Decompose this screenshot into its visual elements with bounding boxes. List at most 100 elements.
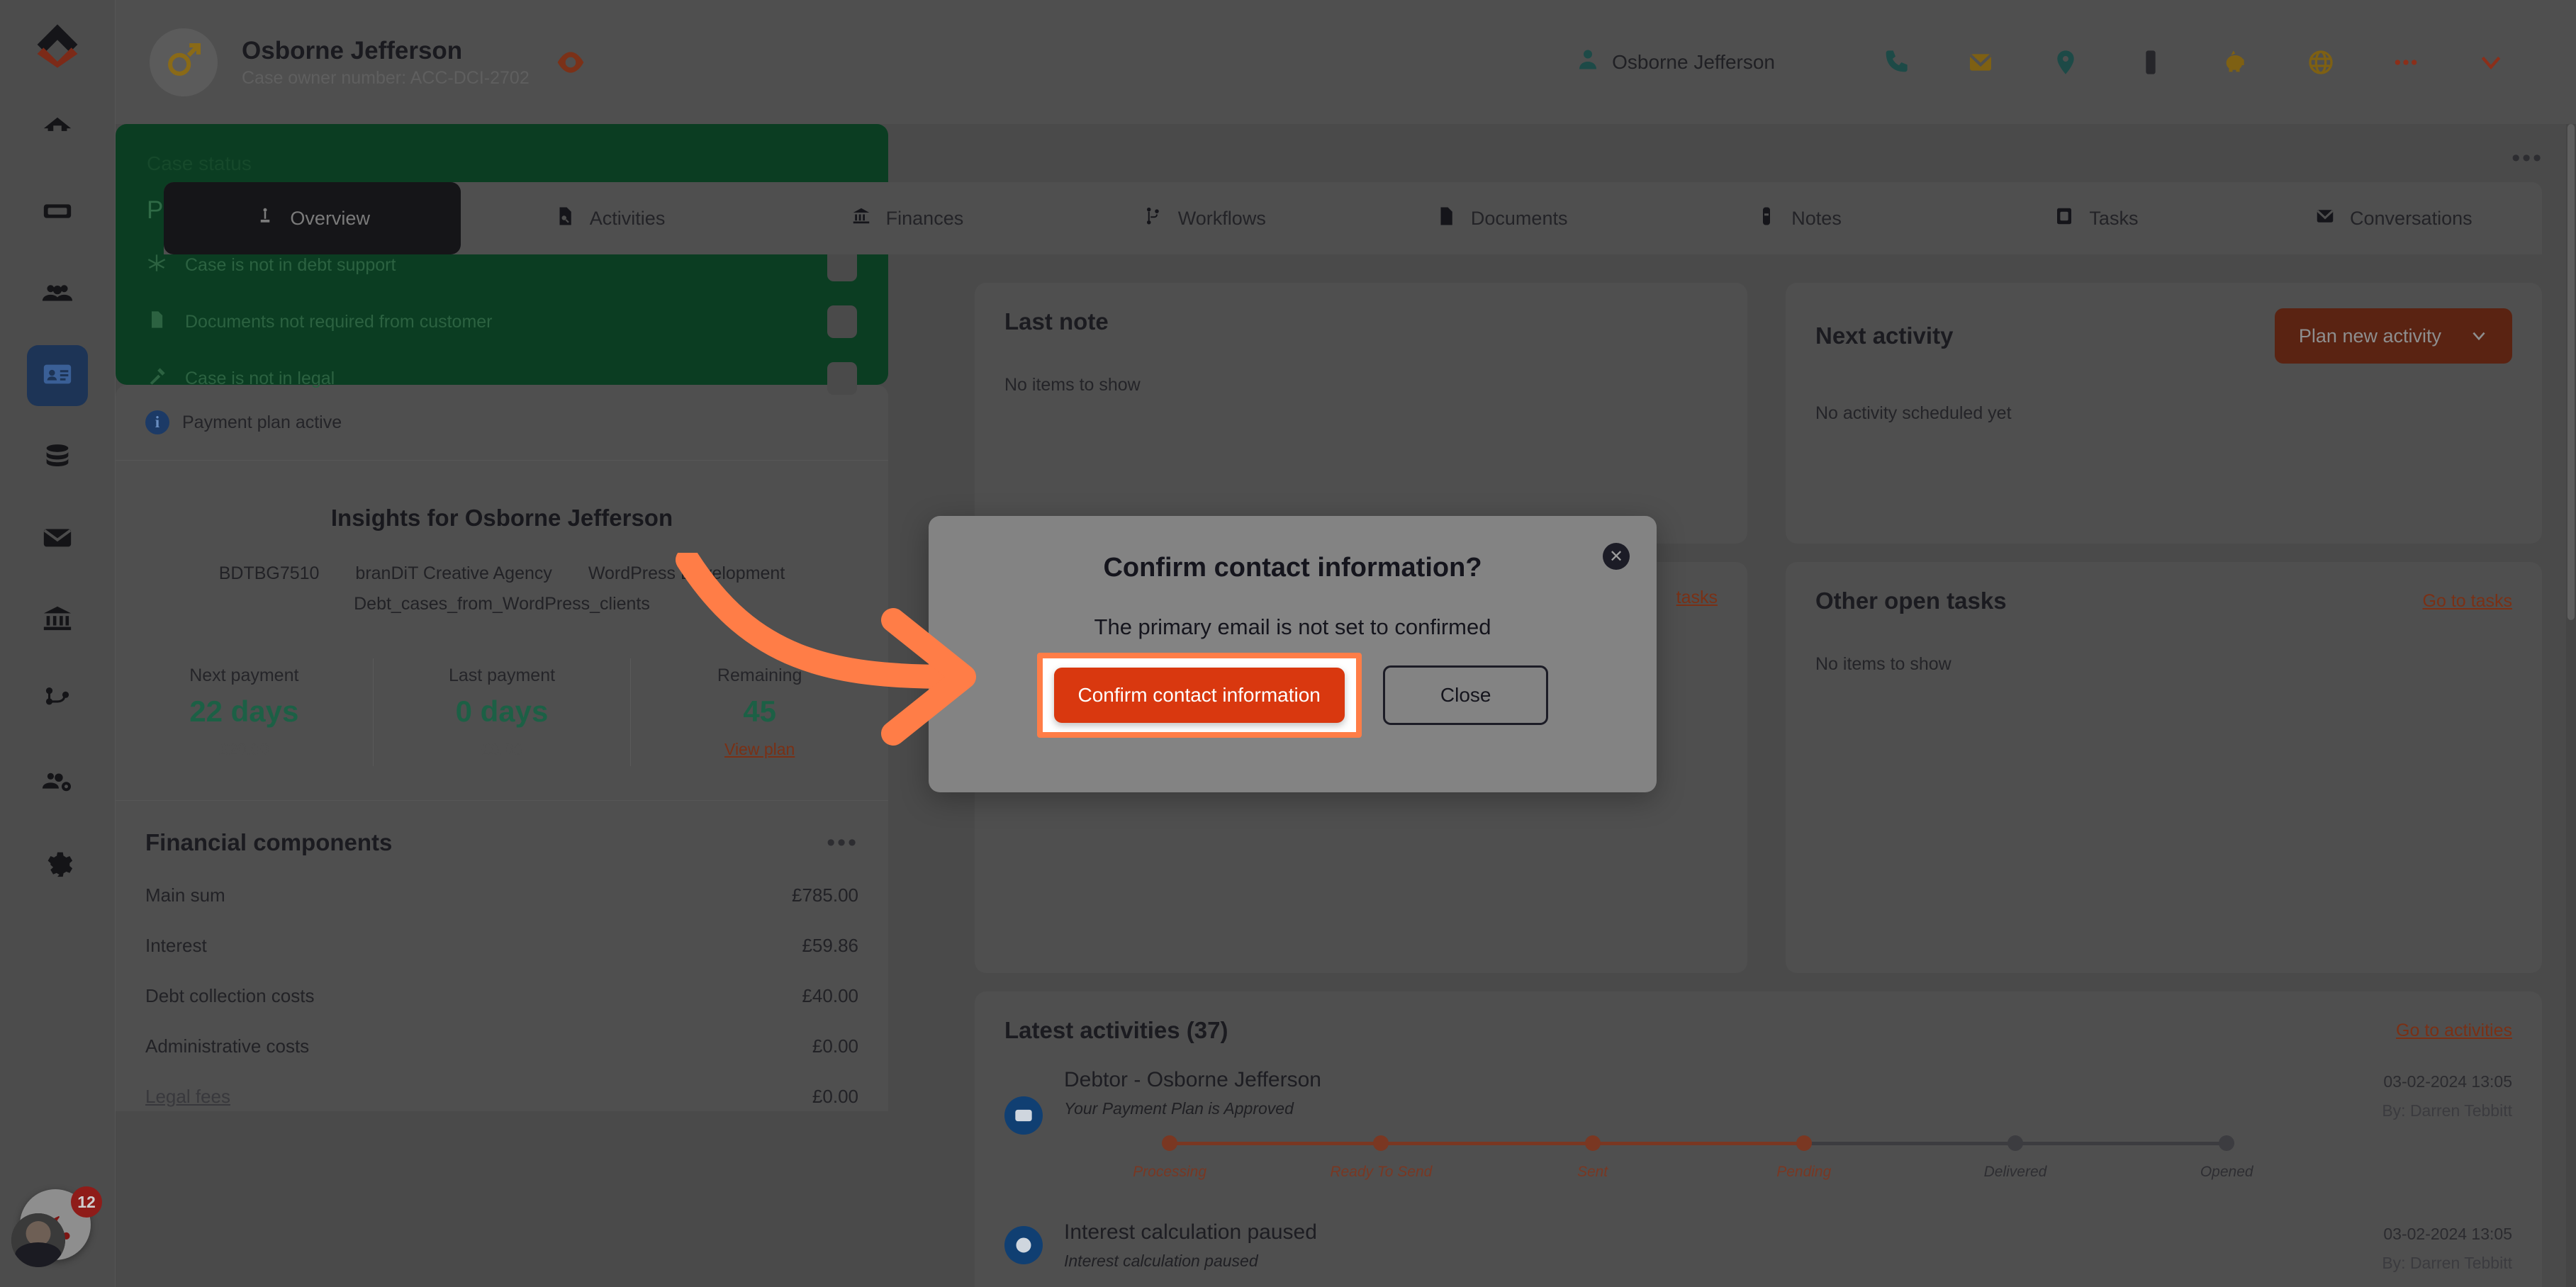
go-to-tasks-link[interactable]: tasks xyxy=(1676,588,1718,608)
tab-overview[interactable]: Overview xyxy=(164,182,461,254)
tab-conversations-label: Conversations xyxy=(2350,207,2473,229)
eye-icon[interactable] xyxy=(555,47,586,78)
case-owner-number: Case owner number: ACC-DCI-2702 xyxy=(242,68,530,89)
case-status-menu-icon[interactable]: ••• xyxy=(2511,146,2543,170)
help-bubble-badge: 12 xyxy=(71,1186,102,1218)
last-note-title: Last note xyxy=(1004,308,1109,335)
workflows-icon xyxy=(1143,206,1164,232)
ellipsis-icon[interactable] xyxy=(2363,48,2448,77)
location-pin-icon[interactable] xyxy=(2023,48,2108,77)
sidebar-item-workflows[interactable] xyxy=(27,671,88,732)
legal-fees-link[interactable]: Legal fees xyxy=(145,1086,230,1108)
status-toggle[interactable] xyxy=(827,305,857,338)
sidebar-item-customers[interactable] xyxy=(27,264,88,325)
step-opened: Opened xyxy=(2121,1135,2332,1181)
contact-card-icon xyxy=(41,358,74,394)
sidebar-item-debtors[interactable] xyxy=(27,345,88,406)
help-bubble[interactable]: g. 12 xyxy=(11,1186,102,1267)
stat-value: 45 xyxy=(743,695,777,728)
confirm-contact-information-button[interactable]: Confirm contact information xyxy=(1053,668,1345,723)
sidebar-item-mail[interactable] xyxy=(27,508,88,569)
tab-tasks[interactable]: Tasks xyxy=(1947,182,2244,254)
step-label: Delivered xyxy=(1983,1164,2047,1180)
bank-icon xyxy=(41,602,74,639)
envelope-icon xyxy=(1004,1096,1043,1135)
sidebar-item-home[interactable] xyxy=(27,101,88,162)
other-open-tasks-title: Other open tasks xyxy=(1815,588,2007,614)
activity-row[interactable]: Debtor - Osborne Jefferson Your Payment … xyxy=(1004,1068,2512,1181)
avatar[interactable] xyxy=(11,1213,65,1267)
case-avatar xyxy=(150,28,218,96)
stat-sub: £20.00 xyxy=(219,740,269,758)
next-activity-header: Next activity Plan new activity xyxy=(1815,308,2512,364)
table-row: Interest £59.86 xyxy=(145,935,858,957)
activity-meta: 03-02-2024 13:05 By: Darren Tebbitt xyxy=(2382,1220,2512,1273)
status-toggle[interactable] xyxy=(827,362,857,395)
financial-components-menu-icon[interactable]: ••• xyxy=(827,831,858,855)
insights-card: i Payment plan active Insights for Osbor… xyxy=(116,385,888,1111)
activity-meta: 03-02-2024 13:05 By: Darren Tebbitt xyxy=(2382,1068,2512,1120)
page-title: Osborne Jefferson xyxy=(242,36,463,64)
go-to-activities-link[interactable]: Go to activities xyxy=(2396,1021,2512,1041)
insights-title: Insights for Osborne Jefferson xyxy=(330,505,673,531)
tab-documents[interactable]: Documents xyxy=(1353,182,1650,254)
activity-row[interactable]: Interest calculation paused Interest cal… xyxy=(1004,1220,2512,1273)
step-processing: Processing xyxy=(1064,1135,1382,1181)
table-row: Debt collection costs £40.00 xyxy=(145,985,858,1007)
activity-title: Interest calculation paused xyxy=(1064,1220,1317,1244)
go-to-tasks-link[interactable]: Go to tasks xyxy=(2423,591,2512,612)
tab-activities[interactable]: Activities xyxy=(461,182,758,254)
pause-icon xyxy=(1004,1226,1043,1264)
piggy-bank-icon[interactable] xyxy=(2193,48,2278,77)
envelope-icon[interactable] xyxy=(1938,48,2023,77)
status-row-label: Case is not in debt support xyxy=(185,254,396,275)
tab-notes[interactable]: Notes xyxy=(1650,182,1947,254)
tab-workflows[interactable]: Workflows xyxy=(1055,182,1353,254)
workflow-icon xyxy=(41,684,74,720)
sidebar-item-cases[interactable] xyxy=(27,182,88,243)
insights-tag: BDTBG7510 xyxy=(218,563,320,583)
tab-conversations[interactable]: Conversations xyxy=(2245,182,2542,254)
financial-components-header: Financial components ••• xyxy=(145,829,858,856)
close-icon[interactable]: ✕ xyxy=(1603,543,1630,570)
other-open-tasks-card: Other open tasks Go to tasks No items to… xyxy=(1786,562,2542,973)
activity-main: Interest calculation paused Interest cal… xyxy=(1064,1220,2361,1271)
stat-remaining: Remaining 45 View plan xyxy=(631,658,888,766)
sidebar-item-data[interactable] xyxy=(27,427,88,488)
chevron-down-icon[interactable] xyxy=(2448,48,2533,77)
tab-activities-label: Activities xyxy=(589,207,666,229)
gavel-icon xyxy=(147,366,185,391)
confirm-button-highlight: Confirm contact information xyxy=(1036,653,1362,738)
tab-finances[interactable]: Finances xyxy=(758,182,1055,254)
status-row-label: Documents not required from customer xyxy=(185,311,493,332)
other-open-tasks-empty: No items to show xyxy=(1815,654,1951,674)
modal-message: The primary email is not set to confirme… xyxy=(1094,614,1491,639)
app-logo[interactable] xyxy=(33,21,82,71)
sidebar-item-finance[interactable] xyxy=(27,590,88,651)
stat-label: Last payment xyxy=(448,665,556,685)
last-note-empty: No items to show xyxy=(1004,375,1141,395)
phone-icon[interactable] xyxy=(1853,48,1938,77)
people-icon xyxy=(41,276,74,313)
page-scrollbar[interactable] xyxy=(2566,124,2576,1287)
view-plan-link[interactable]: View plan xyxy=(631,740,888,759)
stat-sub: £0.00 xyxy=(481,740,522,758)
header-user-name: Osborne Jefferson xyxy=(1612,50,1775,73)
close-button[interactable]: Close xyxy=(1382,665,1549,725)
scrollbar-thumb[interactable] xyxy=(2567,124,2575,620)
sidebar-item-settings[interactable] xyxy=(27,834,88,895)
mobile-icon[interactable] xyxy=(2108,48,2193,77)
plan-new-activity-label: Plan new activity xyxy=(2298,325,2441,347)
finances-icon xyxy=(851,206,872,232)
stat-value: 22 days xyxy=(189,695,299,728)
next-activity-title: Next activity xyxy=(1815,322,1954,349)
financial-components-card: Financial components ••• Main sum £785.0… xyxy=(116,800,888,1111)
sidebar-item-teams[interactable] xyxy=(27,753,88,814)
header-user[interactable]: Osborne Jefferson xyxy=(1575,47,1775,77)
next-activity-empty: No activity scheduled yet xyxy=(1815,403,2012,423)
globe-icon[interactable] xyxy=(2278,48,2363,77)
row-name: Main sum xyxy=(145,884,225,906)
last-note-card: Last note No items to show xyxy=(975,283,1747,544)
insights-tags: BDTBG7510 branDiT Creative Agency WordPr… xyxy=(116,558,888,619)
plan-new-activity-button[interactable]: Plan new activity xyxy=(2274,308,2512,364)
